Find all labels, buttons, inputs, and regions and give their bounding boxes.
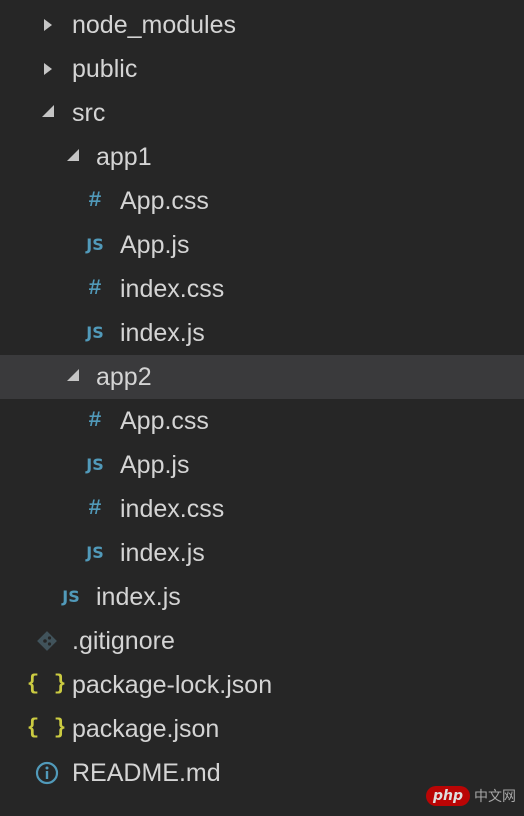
chevron-right-icon[interactable]	[41, 47, 55, 91]
file-app1-index-css[interactable]: # index.css	[0, 267, 524, 311]
file-label: App.css	[120, 407, 209, 435]
folder-public[interactable]: public	[0, 47, 524, 91]
js-file-icon: JS	[86, 455, 104, 474]
file-label: App.css	[120, 187, 209, 215]
file-label: README.md	[72, 759, 221, 787]
folder-app1[interactable]: app1	[0, 135, 524, 179]
file-app1-app-css[interactable]: # App.css	[0, 179, 524, 223]
file-label: index.js	[96, 583, 181, 611]
js-file-icon: JS	[86, 323, 104, 342]
file-label: App.js	[120, 231, 190, 259]
folder-label: app2	[96, 363, 152, 391]
file-app2-app-js[interactable]: JS App.js	[0, 443, 524, 487]
file-label: package-lock.json	[72, 671, 273, 699]
folder-node-modules[interactable]: node_modules	[0, 3, 524, 47]
folder-label: public	[72, 55, 138, 83]
file-label: .gitignore	[72, 627, 175, 655]
folder-app2[interactable]: app2	[0, 355, 524, 399]
file-app2-index-js[interactable]: JS index.js	[0, 531, 524, 575]
file-gitignore[interactable]: .gitignore	[0, 619, 524, 663]
watermark-badge: php	[425, 786, 470, 806]
file-app2-app-css[interactable]: # App.css	[0, 399, 524, 443]
folder-label: node_modules	[72, 11, 237, 39]
js-file-icon: JS	[86, 543, 104, 562]
file-label: App.js	[120, 451, 190, 479]
file-package-json[interactable]: { } package.json	[0, 707, 524, 751]
file-label: index.css	[120, 495, 225, 523]
css-file-icon: #	[88, 276, 102, 301]
folder-src[interactable]: src	[0, 91, 524, 135]
file-label: index.js	[120, 539, 205, 567]
file-app2-index-css[interactable]: # index.css	[0, 487, 524, 531]
file-src-index-js[interactable]: JS index.js	[0, 575, 524, 619]
file-package-lock-json[interactable]: { } package-lock.json	[0, 663, 524, 707]
watermark-text: 中文网	[474, 789, 516, 805]
css-file-icon: #	[88, 496, 102, 521]
info-icon	[34, 751, 60, 795]
js-file-icon: JS	[86, 235, 104, 254]
chevron-right-icon[interactable]	[41, 3, 55, 47]
watermark-logo: php 中文网	[425, 784, 516, 808]
js-file-icon: JS	[62, 587, 80, 606]
file-label: index.js	[120, 319, 205, 347]
css-file-icon: #	[88, 408, 102, 433]
json-file-icon: { }	[26, 673, 68, 696]
file-explorer-tree: node_modules public src app1 # App.css J…	[0, 3, 524, 795]
git-icon	[34, 619, 60, 663]
file-app1-app-js[interactable]: JS App.js	[0, 223, 524, 267]
folder-label: src	[72, 99, 106, 127]
file-label: package.json	[72, 715, 220, 743]
chevron-down-icon[interactable]	[41, 91, 55, 135]
file-label: index.css	[120, 275, 225, 303]
css-file-icon: #	[88, 188, 102, 213]
file-app1-index-js[interactable]: JS index.js	[0, 311, 524, 355]
chevron-down-icon[interactable]	[66, 135, 80, 179]
chevron-down-icon[interactable]	[66, 355, 80, 399]
json-file-icon: { }	[26, 717, 68, 740]
folder-label: app1	[96, 143, 152, 171]
